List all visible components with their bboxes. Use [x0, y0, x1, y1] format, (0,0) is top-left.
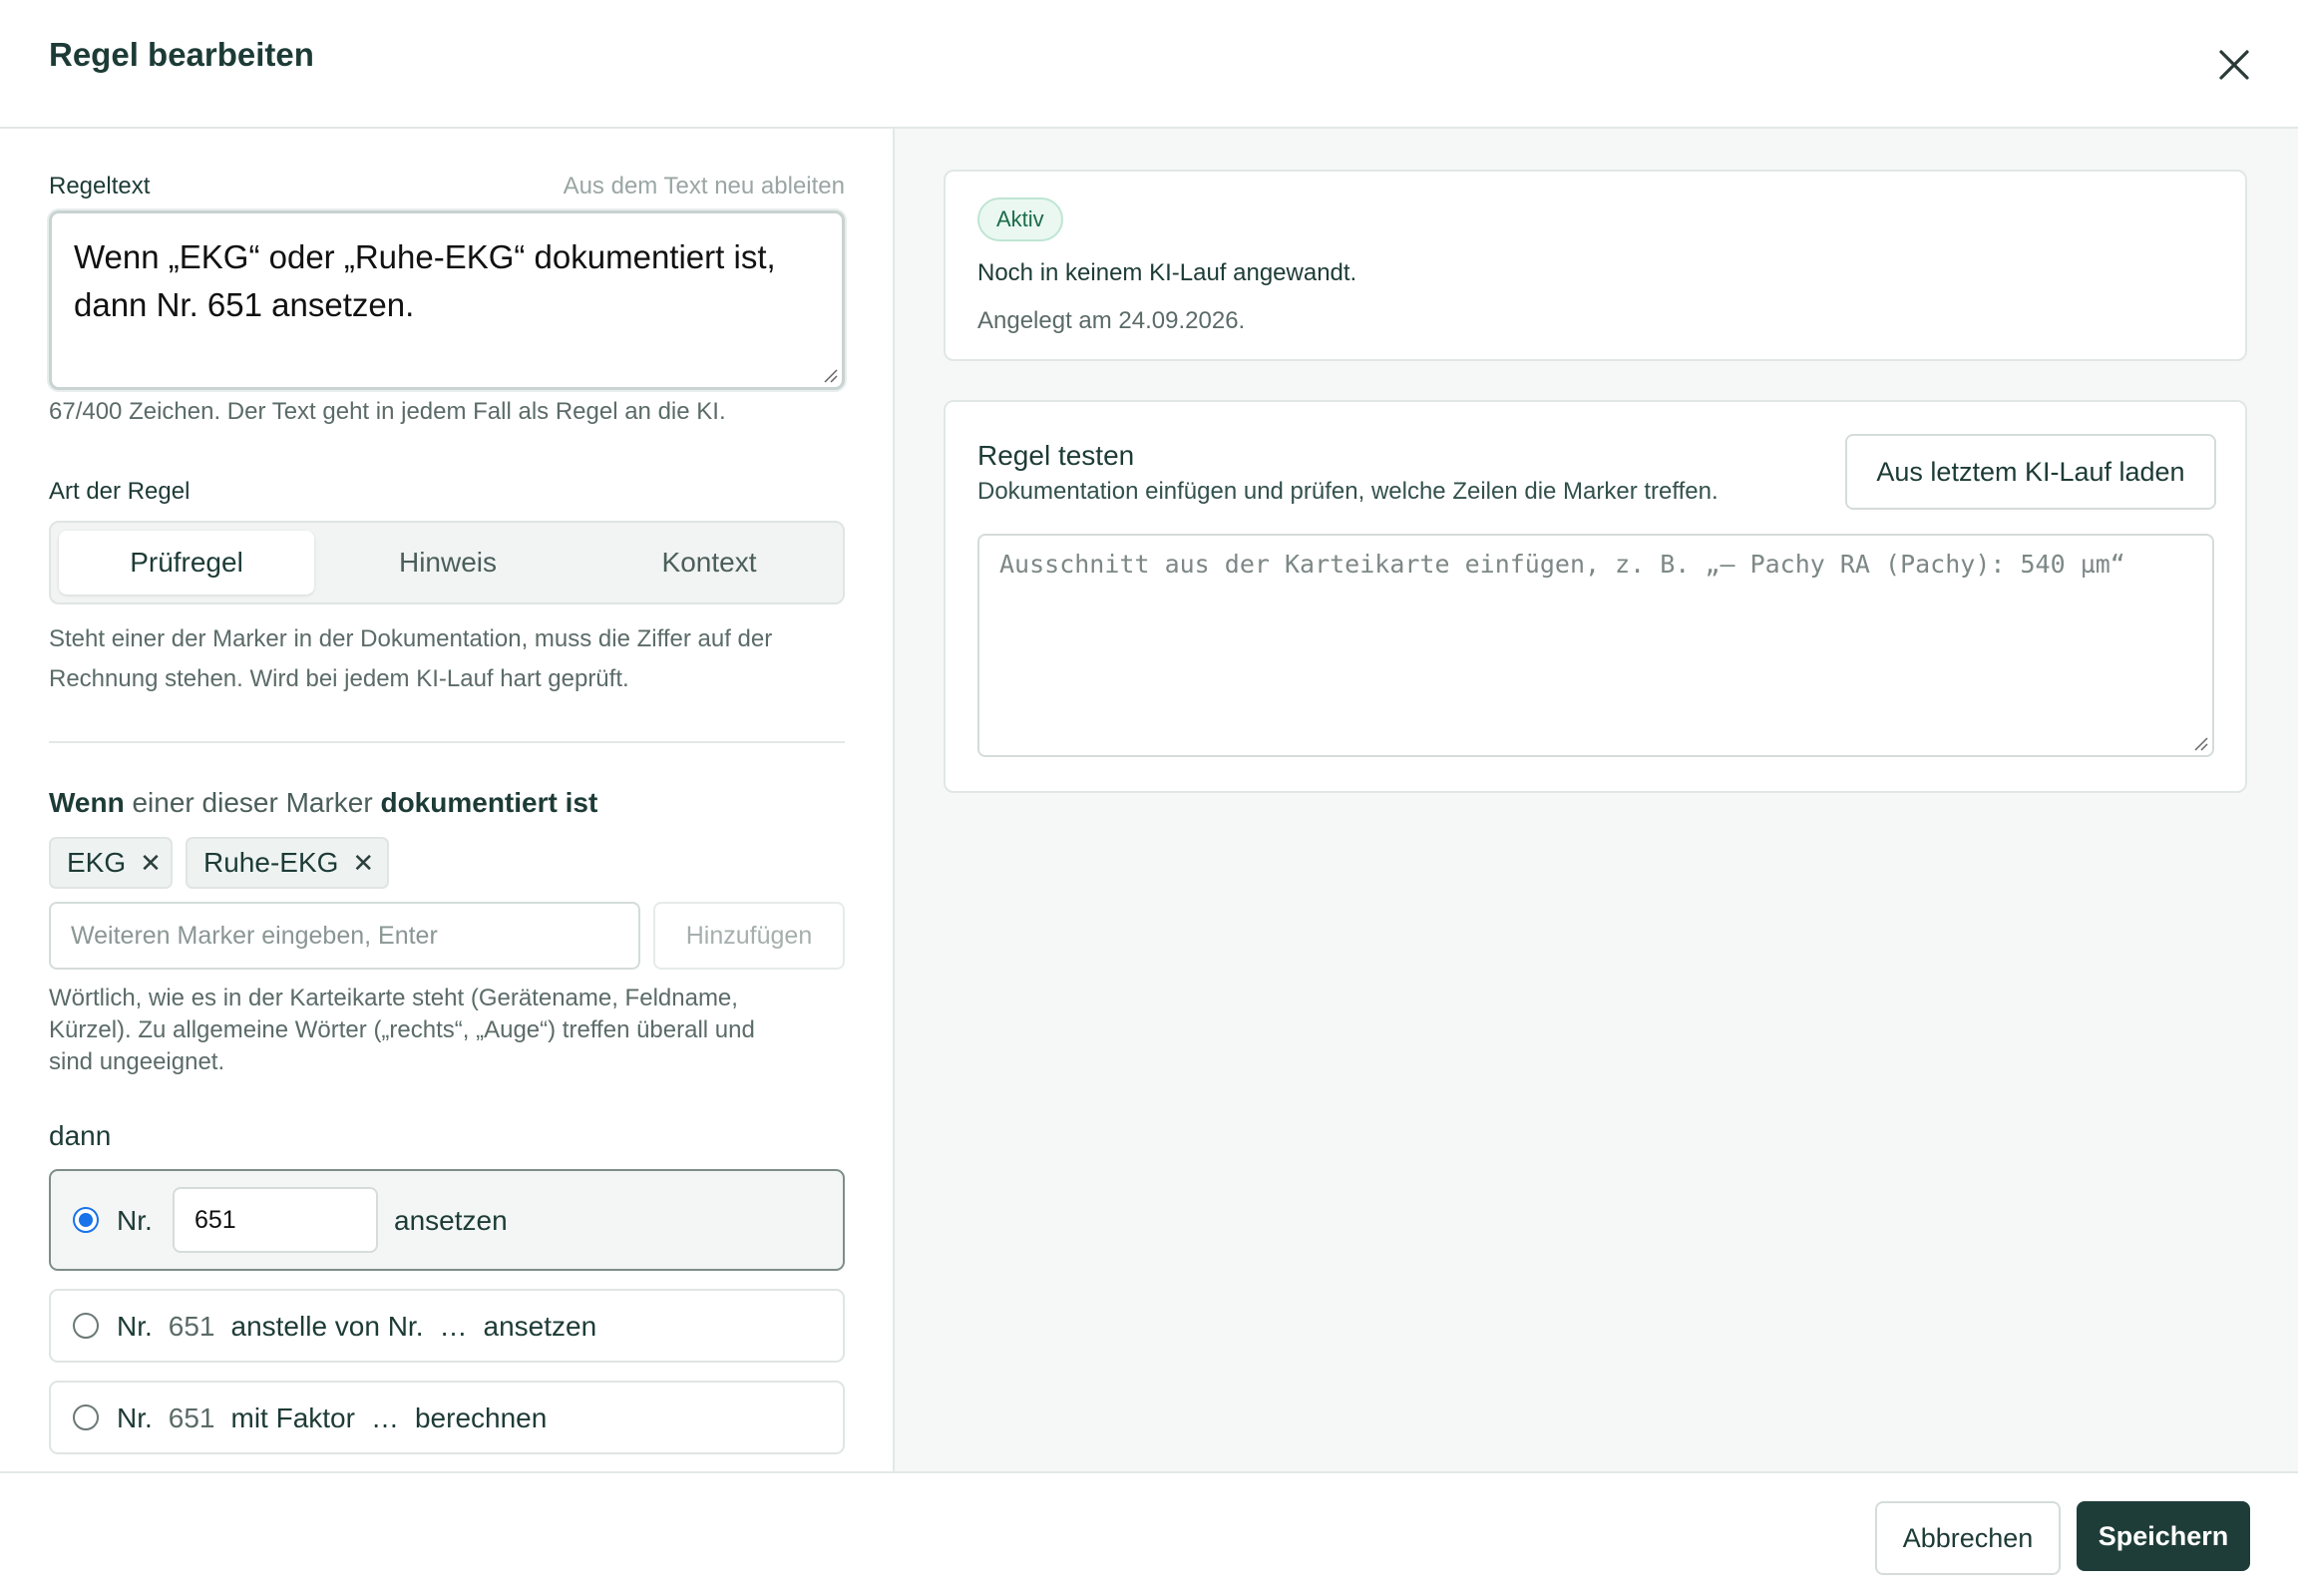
markers-help: Wörtlich, wie es in der Karteikarte steh…	[49, 983, 755, 1078]
markers-heading-documented: dokumentiert ist	[380, 787, 598, 818]
code-number-input[interactable]: 651	[173, 1187, 378, 1253]
resize-grip-icon[interactable]	[822, 367, 838, 383]
rule-info-panel: Aktiv Noch in keinem KI-Lauf angewandt. …	[895, 129, 2298, 1471]
markers-help-line-2: Kürzel). Zu allgemeine Wörter („rechts“,…	[49, 1016, 755, 1043]
test-textarea-placeholder: Ausschnitt aus der Karteikarte einfügen,…	[999, 550, 2125, 579]
option-number: 651	[168, 1311, 215, 1342]
rule-form-panel: Regeltext Aus dem Text neu ableiten Wenn…	[0, 129, 895, 1471]
markers-heading-when: Wenn	[49, 787, 125, 818]
status-card: Aktiv Noch in keinem KI-Lauf angewandt. …	[944, 170, 2247, 361]
action-option-replace[interactable]: Nr. 651 anstelle von Nr. … ansetzen	[49, 1289, 845, 1363]
marker-chip-label: EKG	[67, 847, 127, 878]
action-option-set-radio[interactable]	[73, 1207, 99, 1233]
action-option-factor[interactable]: Nr. 651 mit Faktor … berechnen	[49, 1381, 845, 1454]
dialog-footer: Abbrechen Speichern	[0, 1471, 2298, 1596]
rule-text-label: Regeltext	[49, 173, 151, 200]
rule-type-description-line-1: Steht einer der Marker in der Dokumentat…	[49, 625, 773, 652]
option-prefix: Nr.	[117, 1205, 153, 1236]
add-marker-button[interactable]: Hinzufügen	[653, 902, 845, 970]
close-icon[interactable]	[2213, 44, 2255, 86]
resize-grip-icon[interactable]	[2192, 735, 2208, 751]
test-rule-title: Regel testen	[977, 440, 1135, 471]
option-suffix: ansetzen	[394, 1205, 508, 1236]
markers-help-line-1: Wörtlich, wie es in der Karteikarte steh…	[49, 985, 738, 1011]
option-middle: anstelle von Nr.	[230, 1311, 424, 1342]
test-rule-card: Regel testen Dokumentation einfügen und …	[944, 400, 2247, 793]
rule-type-pruefregel[interactable]: Prüfregel	[59, 531, 314, 595]
option-prefix: Nr.	[117, 1402, 153, 1433]
dialog-header: Regel bearbeiten	[0, 0, 2298, 129]
rule-type-hinweis[interactable]: Hinweis	[320, 531, 575, 595]
option-suffix: berechnen	[414, 1402, 548, 1433]
action-option-replace-text: Nr. 651 anstelle von Nr. … ansetzen	[117, 1311, 596, 1343]
rule-text-help: 67/400 Zeichen. Der Text geht in jedem F…	[49, 398, 726, 425]
status-badge: Aktiv	[977, 198, 1063, 241]
remove-marker-icon[interactable]: ✕	[140, 848, 162, 879]
marker-input[interactable]: Weiteren Marker eingeben, Enter	[49, 902, 640, 970]
option-number: 651	[168, 1402, 215, 1433]
option-ellipsis[interactable]: …	[371, 1402, 399, 1434]
rule-text-textarea[interactable]: Wenn „EKG“ oder „Ruhe-EKG“ dokumentiert …	[49, 210, 845, 390]
option-ellipsis[interactable]: …	[440, 1311, 468, 1343]
remove-marker-icon[interactable]: ✕	[352, 848, 374, 879]
action-option-factor-text: Nr. 651 mit Faktor … berechnen	[117, 1402, 547, 1434]
action-option-factor-radio[interactable]	[73, 1404, 99, 1430]
created-date-text: Angelegt am 24.09.2026.	[977, 307, 1246, 334]
save-button[interactable]: Speichern	[2077, 1501, 2250, 1571]
option-suffix: ansetzen	[483, 1311, 597, 1342]
marker-chip: EKG ✕	[49, 837, 173, 889]
markers-heading: Wenn einer dieser Marker dokumentiert is…	[49, 787, 597, 819]
marker-chip: Ruhe-EKG ✕	[186, 837, 389, 889]
action-option-set[interactable]: Nr. 651 ansetzen	[49, 1169, 845, 1271]
rule-type-kontext[interactable]: Kontext	[581, 531, 837, 595]
rule-type-description-line-2: Rechnung stehen. Wird bei jedem KI-Lauf …	[49, 665, 629, 692]
test-rule-subtitle: Dokumentation einfügen und prüfen, welch…	[977, 478, 1719, 505]
markers-help-line-3: sind ungeeignet.	[49, 1048, 225, 1075]
markers-heading-middle: einer dieser Marker	[124, 787, 381, 818]
cancel-button[interactable]: Abbrechen	[1875, 1501, 2061, 1575]
dialog-title: Regel bearbeiten	[49, 36, 314, 73]
rule-type-label: Art der Regel	[49, 478, 191, 505]
section-divider	[49, 741, 845, 743]
option-middle: mit Faktor	[230, 1402, 355, 1433]
rule-text-line-2: dann Nr. 651 ansetzen.	[74, 286, 415, 323]
action-option-replace-radio[interactable]	[73, 1313, 99, 1339]
option-prefix: Nr.	[117, 1311, 153, 1342]
marker-chip-label: Ruhe-EKG	[203, 847, 339, 878]
rederive-link[interactable]: Aus dem Text neu ableiten	[549, 173, 845, 200]
usage-status-text: Noch in keinem KI-Lauf angewandt.	[977, 259, 1357, 286]
edit-rule-dialog: Regel bearbeiten Regeltext Aus dem Text …	[0, 0, 2298, 1596]
action-heading: dann	[49, 1120, 112, 1151]
rule-text-line-1: Wenn „EKG“ oder „Ruhe-EKG“ dokumentiert …	[74, 238, 776, 275]
rule-type-segmented-control: Prüfregel Hinweis Kontext	[49, 521, 845, 604]
test-documentation-textarea[interactable]: Ausschnitt aus der Karteikarte einfügen,…	[977, 534, 2214, 757]
load-from-last-run-button[interactable]: Aus letztem KI-Lauf laden	[1845, 434, 2216, 510]
rule-type-description: Steht einer der Marker in der Dokumentat…	[49, 619, 772, 699]
